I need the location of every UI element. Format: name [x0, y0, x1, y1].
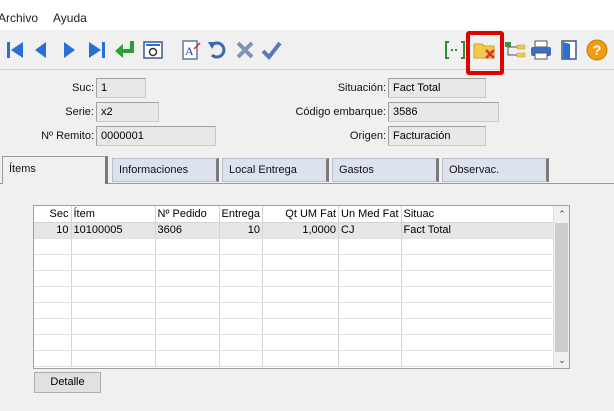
tab-local-entrega[interactable]: Local Entrega — [222, 158, 329, 182]
suc-label: Suc: — [71, 82, 94, 94]
cell-pedido: 3606 — [155, 222, 220, 239]
serie-field[interactable]: x2 — [96, 102, 159, 122]
situacion-field[interactable]: Fact Total — [388, 78, 486, 98]
col-situac[interactable]: Situac — [401, 206, 560, 223]
cell-sec: 10 — [34, 222, 72, 239]
suc-field[interactable]: 1 — [96, 78, 146, 98]
remito-label: Nº Remito: — [41, 130, 94, 142]
scroll-thumb[interactable] — [555, 223, 568, 352]
help-button[interactable]: ? — [584, 37, 610, 63]
table-row[interactable] — [34, 302, 560, 319]
col-item[interactable]: Ítem — [71, 206, 156, 223]
col-qt-um-fat[interactable]: Qt UM Fat — [262, 206, 340, 223]
menu-archivo[interactable]: Archivo — [0, 11, 38, 25]
last-icon — [89, 42, 105, 58]
tree-icon — [505, 42, 526, 58]
scroll-down-icon[interactable]: ⌄ — [554, 352, 569, 368]
codigo-embarque-field[interactable]: 3586 — [388, 102, 499, 122]
col-entrega[interactable]: Entrega — [219, 206, 264, 223]
enter-button[interactable] — [112, 37, 138, 63]
confirm-button[interactable] — [258, 37, 284, 63]
serie-label: Serie: — [65, 106, 94, 118]
svg-text:A: A — [185, 44, 194, 58]
print-icon — [531, 40, 551, 60]
table-row[interactable] — [34, 238, 560, 255]
delete-button[interactable] — [232, 37, 258, 63]
detalle-button[interactable]: Detalle — [34, 372, 101, 393]
col-pedido[interactable]: Nº Pedido — [155, 206, 220, 223]
codigo-embarque-label: Código embarque: — [295, 106, 386, 118]
grid-scrollbar[interactable]: ⌃ ⌄ — [553, 206, 569, 368]
cell-un-med-fat: CJ — [338, 222, 402, 239]
first-icon — [7, 42, 23, 58]
tab-gastos[interactable]: Gastos — [332, 158, 439, 182]
preview-icon — [143, 41, 163, 59]
table-row[interactable] — [34, 254, 560, 271]
table-row[interactable]: 10 10100005 3606 10 1,0000 CJ Fact Total — [34, 222, 560, 239]
exit-door-icon — [561, 40, 577, 60]
table-row[interactable] — [34, 270, 560, 287]
tab-items[interactable]: Ítems — [2, 156, 108, 184]
bracket-button[interactable] — [442, 37, 468, 63]
delete-icon — [236, 41, 254, 59]
toolbar: A ? — [0, 32, 614, 70]
scroll-up-icon[interactable]: ⌃ — [554, 206, 569, 222]
table-row[interactable] — [34, 334, 560, 351]
next-record-button[interactable] — [56, 37, 82, 63]
col-un-med-fat[interactable]: Un Med Fat — [338, 206, 402, 223]
first-record-button[interactable] — [2, 37, 28, 63]
remito-field[interactable]: 0000001 — [96, 126, 216, 146]
col-sec[interactable]: Sec — [34, 206, 72, 223]
prev-record-button[interactable] — [28, 37, 54, 63]
preview-button[interactable] — [140, 37, 166, 63]
undo-button[interactable] — [204, 37, 230, 63]
enter-icon — [115, 41, 134, 58]
cell-qt-um-fat: 1,0000 — [262, 222, 340, 239]
grid-header-row: Sec Ítem Nº Pedido Entrega Qt UM Fat Un … — [34, 206, 560, 223]
cell-item: 10100005 — [71, 222, 156, 239]
tab-informaciones[interactable]: Informaciones — [112, 158, 219, 182]
menu-ayuda[interactable]: Ayuda — [53, 11, 87, 25]
bracket-icon — [445, 41, 465, 59]
cell-entrega: 10 — [219, 222, 264, 239]
print-button[interactable] — [528, 37, 554, 63]
tab-observac[interactable]: Observac. — [442, 158, 549, 182]
tree-button[interactable] — [502, 37, 528, 63]
exit-button[interactable] — [556, 37, 582, 63]
tab-bar: Ítems Informaciones Local Entrega Gastos… — [0, 156, 614, 184]
svg-text:?: ? — [593, 42, 602, 58]
table-row[interactable] — [34, 350, 560, 367]
next-icon — [64, 42, 75, 58]
origen-label: Origen: — [349, 130, 386, 142]
items-grid[interactable]: Sec Ítem Nº Pedido Entrega Qt UM Fat Un … — [33, 205, 570, 369]
situacion-label: Situación: — [337, 82, 386, 94]
cell-situac: Fact Total — [401, 222, 560, 239]
last-record-button[interactable] — [84, 37, 110, 63]
help-icon: ? — [586, 39, 608, 61]
text-edit-icon: A — [182, 40, 201, 60]
highlight-box — [466, 31, 504, 75]
confirm-icon — [261, 41, 282, 61]
origen-field[interactable]: Facturación — [388, 126, 486, 146]
menu-bar: Archivo Ayuda — [0, 0, 614, 30]
table-row[interactable] — [34, 318, 560, 335]
table-row[interactable] — [34, 286, 560, 303]
undo-icon — [208, 41, 226, 59]
prev-icon — [35, 42, 46, 58]
text-edit-button[interactable]: A — [178, 37, 204, 63]
